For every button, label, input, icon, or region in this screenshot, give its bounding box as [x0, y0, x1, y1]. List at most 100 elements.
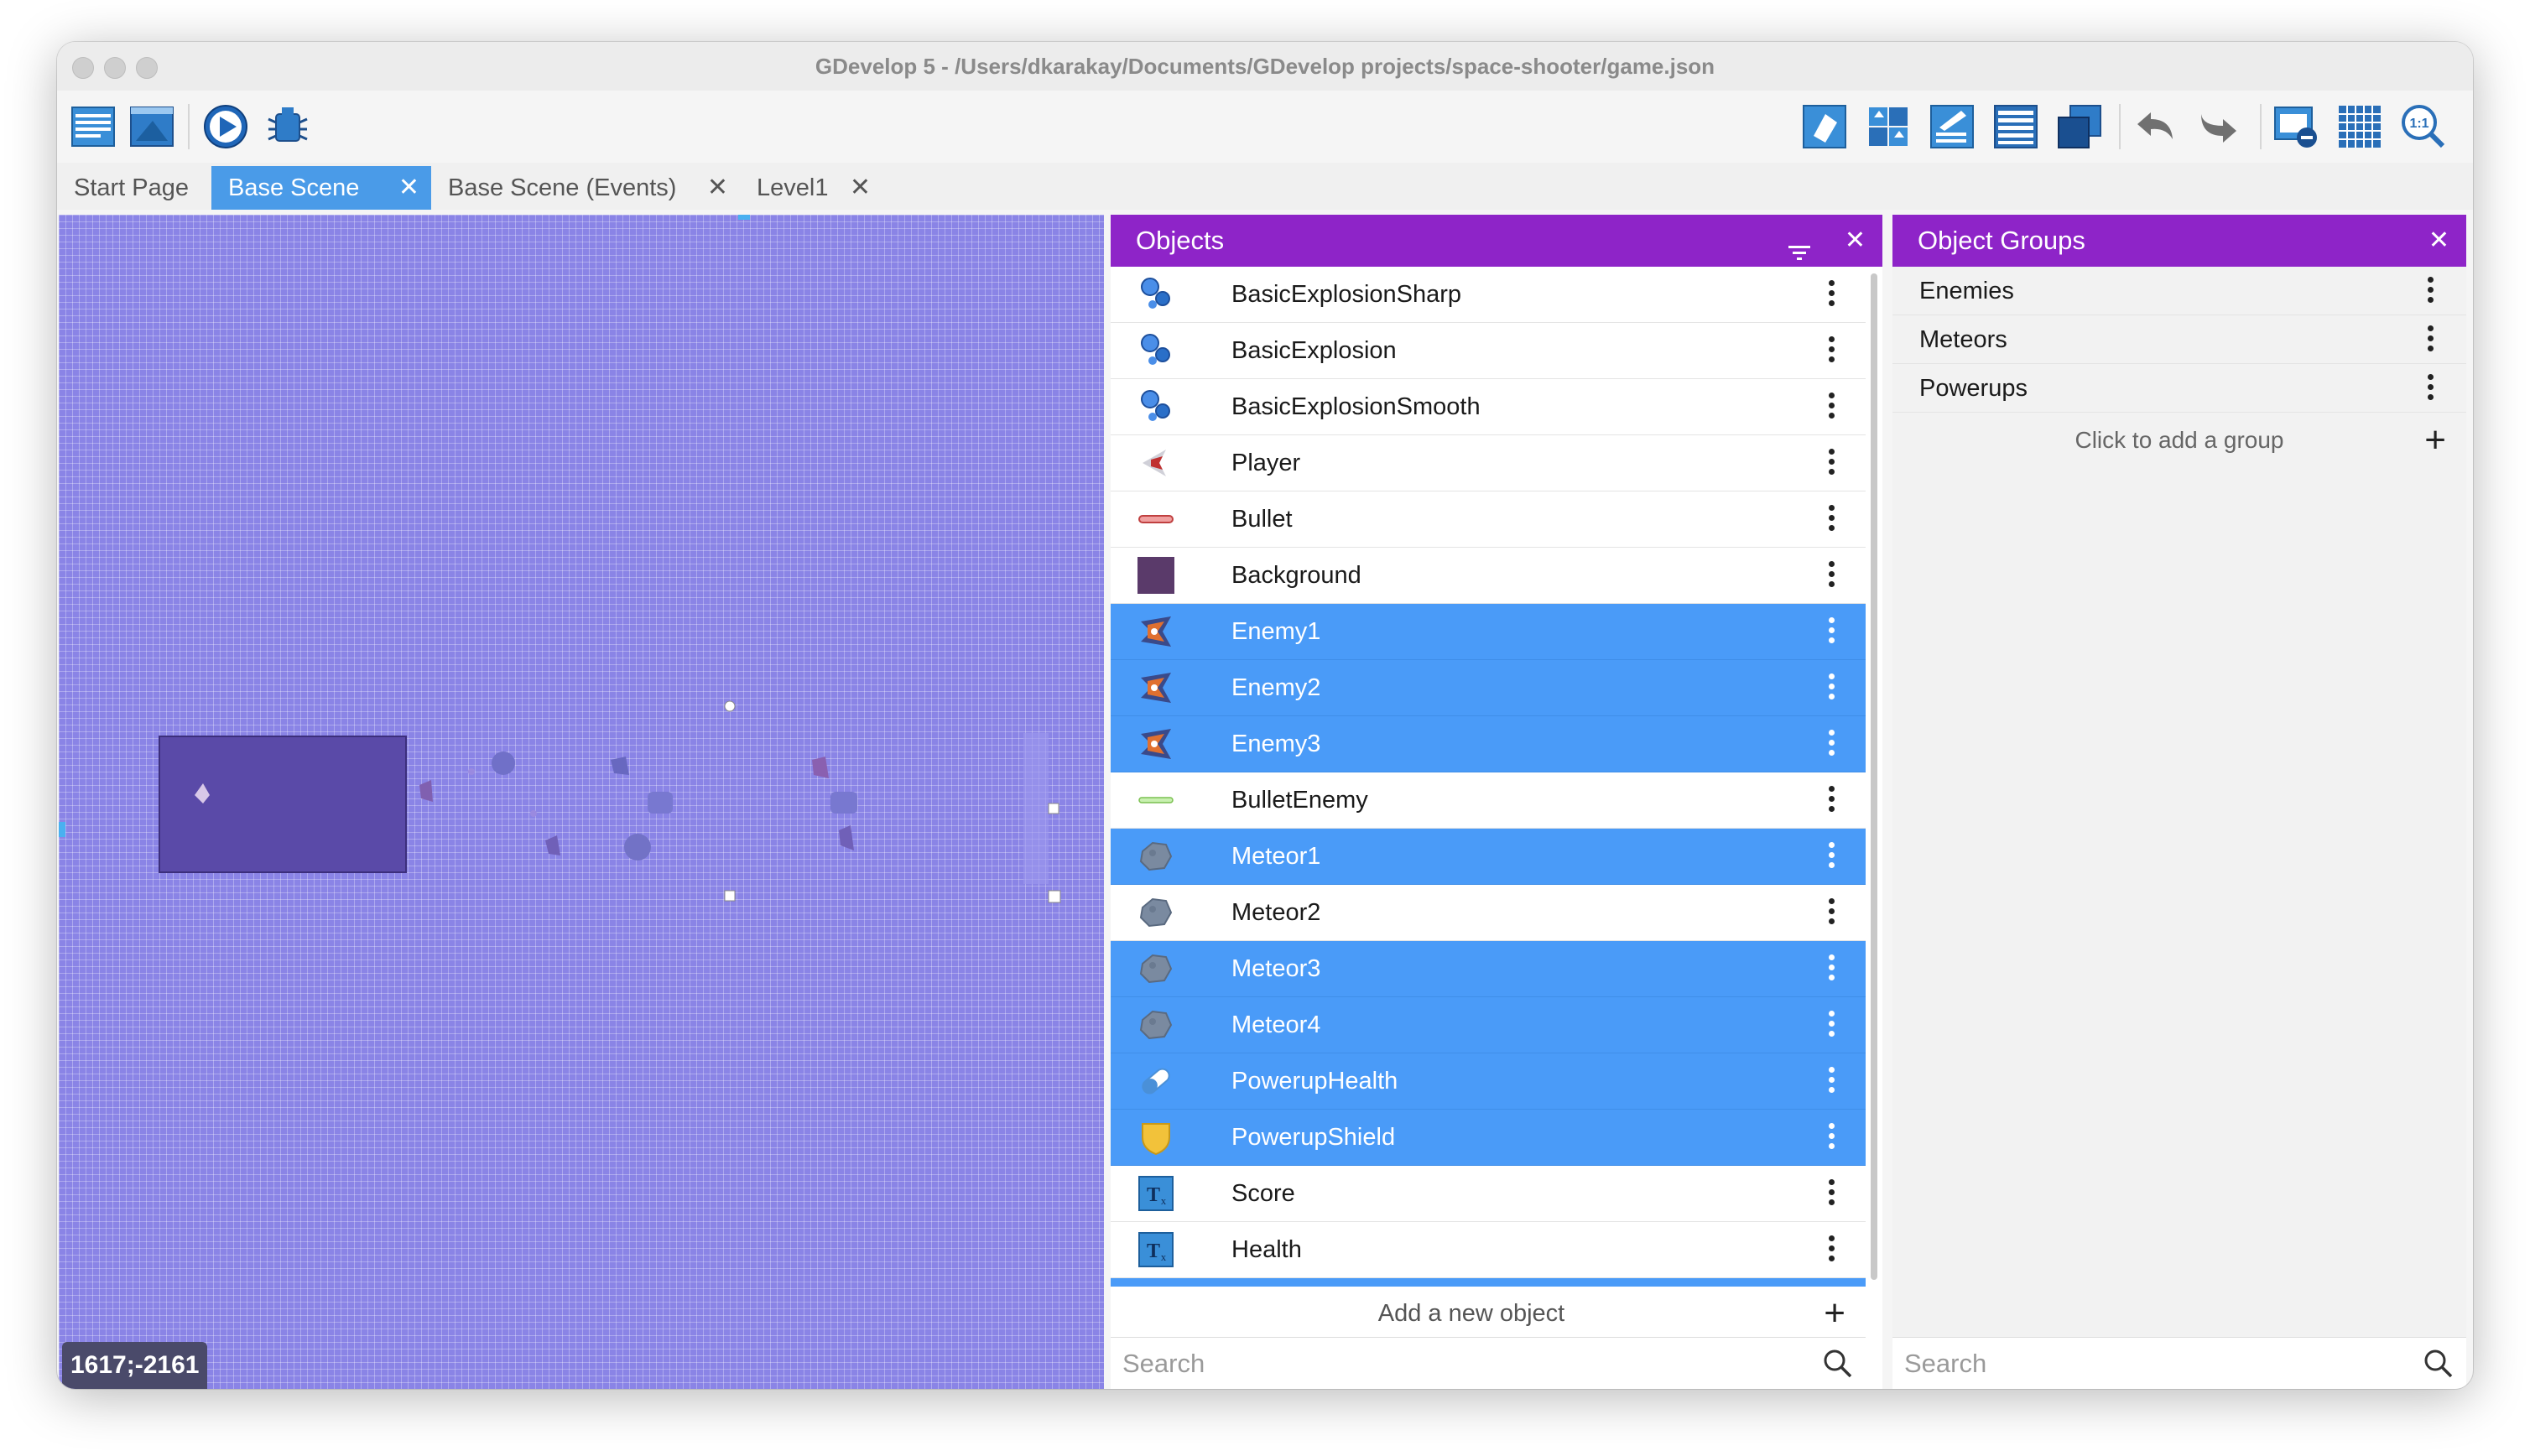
- more-options-icon[interactable]: [1829, 954, 1835, 985]
- grid-icon[interactable]: [2335, 102, 2384, 151]
- project-manager-icon[interactable]: [69, 102, 117, 151]
- object-list-item[interactable]: Meteor4: [1111, 997, 1866, 1053]
- more-options-icon[interactable]: [1829, 449, 1835, 479]
- objects-scrollbar[interactable]: [1871, 273, 1877, 1280]
- group-name: Powerups: [1919, 375, 2028, 402]
- object-list-item[interactable]: Meteor3: [1111, 941, 1866, 997]
- tab-level1[interactable]: Level1 ✕: [740, 166, 882, 210]
- object-name: BulletEnemy: [1231, 787, 1368, 814]
- meteor-instance[interactable]: [830, 792, 857, 814]
- object-list-item[interactable]: Meteor1: [1111, 829, 1866, 885]
- enemy-instance[interactable]: [545, 835, 560, 855]
- object-list-item[interactable]: BasicExplosionSmooth: [1111, 379, 1866, 435]
- enemy-bullet-icon: [1137, 782, 1174, 819]
- search-icon[interactable]: [1822, 1348, 1854, 1380]
- object-list-item[interactable]: Enemy3: [1111, 716, 1866, 772]
- object-editor-icon[interactable]: [1800, 102, 1849, 151]
- svg-text:T: T: [1147, 1240, 1160, 1262]
- more-options-icon[interactable]: [1829, 673, 1835, 704]
- instances-icon[interactable]: [1864, 102, 1913, 151]
- resize-handle[interactable]: [1048, 890, 1061, 903]
- more-options-icon[interactable]: [1829, 336, 1835, 367]
- instances-list-icon[interactable]: [1991, 102, 2040, 151]
- object-list-item[interactable]: Tx Health: [1111, 1222, 1866, 1278]
- object-list-item[interactable]: BasicExplosionSharp: [1111, 267, 1866, 323]
- svg-text:x: x: [1161, 1251, 1167, 1263]
- more-options-icon[interactable]: [1829, 730, 1835, 760]
- more-options-icon[interactable]: [1829, 561, 1835, 591]
- preview-play-icon[interactable]: [201, 102, 250, 151]
- more-options-icon[interactable]: [1829, 1179, 1835, 1209]
- filter-icon[interactable]: [1787, 230, 1812, 260]
- group-list-item[interactable]: Powerups: [1892, 364, 2466, 413]
- redo-icon[interactable]: [2194, 102, 2243, 151]
- more-options-icon[interactable]: [1829, 898, 1835, 928]
- object-list-item[interactable]: Background: [1111, 548, 1866, 604]
- zoom-reset-icon[interactable]: 1:1: [2399, 102, 2448, 151]
- objects-search-input[interactable]: [1121, 1344, 1812, 1383]
- finish-line-instance[interactable]: [1023, 733, 1049, 884]
- more-options-icon[interactable]: [1829, 505, 1835, 535]
- more-options-icon[interactable]: [1829, 1067, 1835, 1097]
- enemy-instance[interactable]: [419, 780, 433, 802]
- more-options-icon[interactable]: [2428, 325, 2434, 356]
- meteor-instance[interactable]: [648, 792, 673, 814]
- plus-icon[interactable]: +: [2424, 416, 2446, 465]
- more-options-icon[interactable]: [1829, 393, 1835, 423]
- object-list-item[interactable]: Player: [1111, 435, 1866, 491]
- object-list-item[interactable]: PowerupShield: [1111, 1110, 1866, 1166]
- properties-icon[interactable]: [1928, 102, 1976, 151]
- enemy-instance[interactable]: [611, 757, 629, 775]
- group-list-item[interactable]: Meteors: [1892, 315, 2466, 364]
- meteor-instance[interactable]: [492, 751, 515, 775]
- add-object-row[interactable]: Add a new object +: [1111, 1287, 1866, 1340]
- object-list-item[interactable]: BasicExplosion: [1111, 323, 1866, 379]
- meteor-instance[interactable]: [624, 834, 651, 861]
- background-instance[interactable]: [159, 736, 407, 873]
- debugger-icon[interactable]: [263, 102, 312, 151]
- group-list-item[interactable]: Enemies: [1892, 267, 2466, 315]
- more-options-icon[interactable]: [1829, 1123, 1835, 1153]
- layers-icon[interactable]: [2055, 102, 2104, 151]
- enemy-instance[interactable]: [812, 757, 829, 778]
- more-options-icon[interactable]: [1829, 1235, 1835, 1266]
- resize-handle[interactable]: [724, 890, 736, 902]
- more-options-icon[interactable]: [1829, 786, 1835, 816]
- more-options-icon[interactable]: [1829, 842, 1835, 872]
- enemy-instance[interactable]: [839, 825, 854, 850]
- more-options-icon[interactable]: [1829, 1011, 1835, 1041]
- close-panel-icon[interactable]: ✕: [2428, 215, 2449, 267]
- scene-icon[interactable]: [128, 102, 176, 151]
- more-options-icon[interactable]: [1829, 617, 1835, 647]
- more-options-icon[interactable]: [1829, 280, 1835, 310]
- object-name: Enemy1: [1231, 618, 1321, 645]
- more-options-icon[interactable]: [2428, 374, 2434, 404]
- close-tab-icon[interactable]: ✕: [398, 166, 419, 210]
- search-icon[interactable]: [2423, 1348, 2455, 1380]
- groups-search-input[interactable]: [1903, 1344, 2409, 1383]
- tab-base-scene[interactable]: Base Scene ✕: [211, 166, 431, 210]
- svg-text:1:1: 1:1: [2409, 117, 2428, 131]
- object-list-item[interactable]: Enemy1: [1111, 604, 1866, 660]
- object-list-item[interactable]: Tx Score: [1111, 1166, 1866, 1222]
- editor-settings-icon[interactable]: [2272, 102, 2320, 151]
- tab-base-scene-events[interactable]: Base Scene (Events) ✕: [431, 166, 740, 210]
- object-list-item[interactable]: BulletEnemy: [1111, 772, 1866, 829]
- scene-canvas[interactable]: 1617;-2161: [59, 215, 1104, 1389]
- object-list-item[interactable]: Bullet: [1111, 491, 1866, 548]
- object-list-item[interactable]: PowerupHealth: [1111, 1053, 1866, 1110]
- tab-start-page[interactable]: Start Page: [57, 166, 211, 210]
- close-tab-icon[interactable]: ✕: [707, 166, 728, 210]
- svg-text:x: x: [1161, 1194, 1167, 1207]
- more-options-icon[interactable]: [2428, 277, 2434, 307]
- close-tab-icon[interactable]: ✕: [850, 166, 871, 210]
- resize-handle[interactable]: [1048, 803, 1059, 814]
- close-panel-icon[interactable]: ✕: [1845, 215, 1866, 267]
- object-list-item[interactable]: Meteor2: [1111, 885, 1866, 941]
- plus-icon[interactable]: +: [1824, 1287, 1845, 1340]
- add-group-row[interactable]: Click to add a group +: [1892, 416, 2466, 465]
- rotate-handle[interactable]: [724, 700, 736, 712]
- object-list-item[interactable]: Enemy2: [1111, 660, 1866, 716]
- undo-icon[interactable]: [2131, 102, 2179, 151]
- svg-text:T: T: [1147, 1184, 1160, 1206]
